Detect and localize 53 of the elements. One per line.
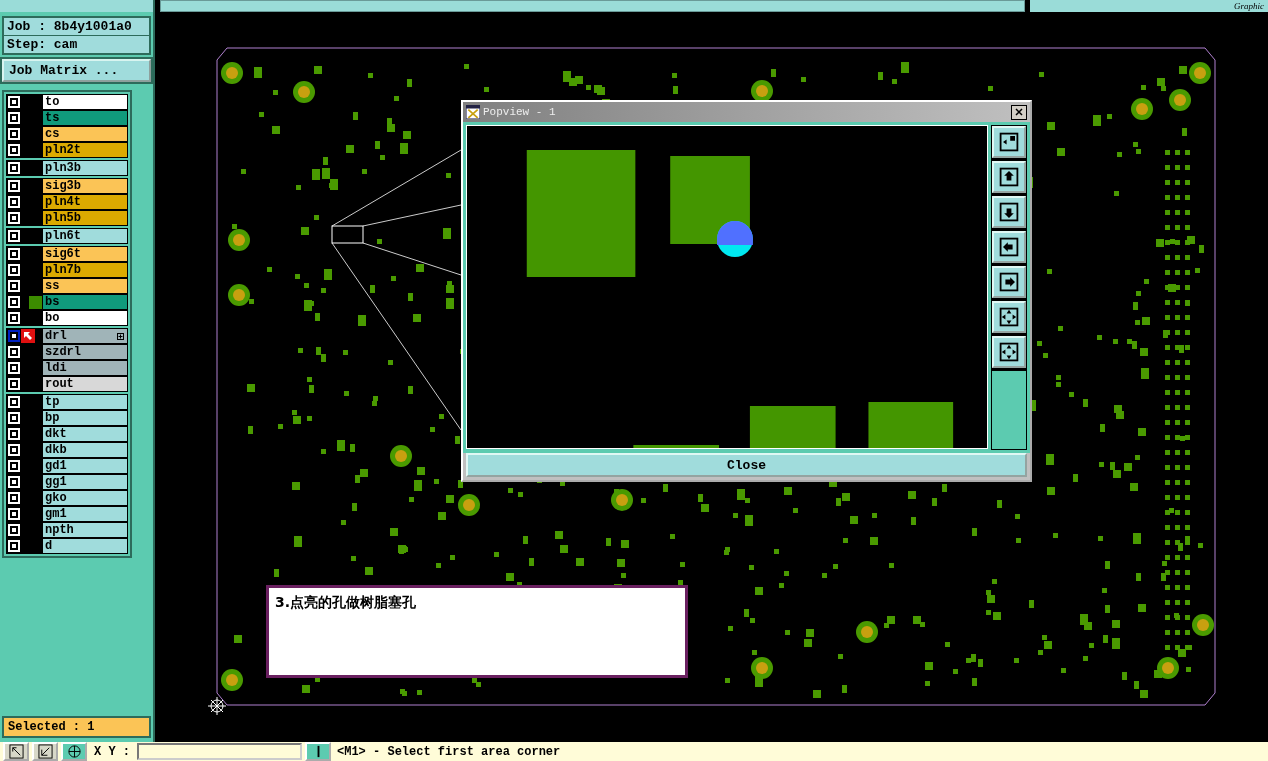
job-name: Job : 8b4y1001a0 [4,18,149,35]
layer-name[interactable]: pln3b [43,161,127,175]
layer-name[interactable]: ldi [43,361,127,375]
layer-name[interactable]: gko [43,491,127,505]
pan-left-icon[interactable] [992,231,1026,263]
layer-name[interactable]: pln4t [43,195,127,209]
zoom-home-icon[interactable] [992,126,1026,158]
layer-name[interactable]: gg1 [43,475,127,489]
layer-name[interactable]: cs [43,127,127,141]
layer-name[interactable]: dkt [43,427,127,441]
layer-name[interactable]: sig6t [43,247,127,261]
layer-name[interactable]: szdrl [43,345,127,359]
xy-label: X Y : [93,744,131,759]
layer-name[interactable]: ts [43,111,127,125]
plus-box-icon [117,333,124,340]
layer-name[interactable]: d [43,539,127,553]
job-matrix-button[interactable]: Job Matrix ... [2,59,151,82]
pan-up-icon[interactable] [992,161,1026,193]
cursor-icon[interactable] [305,742,331,761]
layer-name[interactable]: pln5b [43,211,127,225]
window-icon [466,105,480,119]
layer-name[interactable]: pln6t [43,229,127,243]
layer-name[interactable]: sig3b [43,179,127,193]
arrow-icon [21,329,35,343]
layer-name[interactable]: bp [43,411,127,425]
crosshair-icon [207,696,227,716]
layer-name[interactable]: npth [43,523,127,537]
layer-name[interactable]: dkb [43,443,127,457]
step-name: Step: cam [4,36,149,53]
zoom-in-icon[interactable] [992,301,1026,333]
layer-name[interactable]: ss [43,279,127,293]
close-button[interactable]: Close [466,453,1027,477]
status-prompt: <M1> - Select first area corner [336,744,561,759]
pan-right-icon[interactable] [992,266,1026,298]
layer-name[interactable]: gd1 [43,459,127,473]
layer-name[interactable]: to [43,95,127,109]
layer-name[interactable]: tp [43,395,127,409]
layer-name[interactable]: bs [43,295,127,309]
window-title: Popview - 1 [483,106,557,118]
coordinate-input-field[interactable] [137,743,302,760]
close-icon[interactable] [1011,104,1027,120]
layer-name[interactable]: pln2t [43,143,127,157]
layer-name[interactable]: pln7b [43,263,127,277]
selected-count: Selected : 1 [2,716,151,738]
layer-name[interactable]: bo [43,311,127,325]
zoom-out-icon[interactable] [992,336,1026,368]
layer-name[interactable]: rout [43,377,127,391]
layer-name[interactable]: drl [43,329,127,343]
graphic-label: Graphic [1030,0,1268,12]
note-text: 3.点亮的孔做树脂塞孔 [266,585,688,678]
pan-down-icon[interactable] [992,196,1026,228]
layer-name[interactable]: gm1 [43,507,127,521]
layer-checkbox[interactable] [8,330,20,342]
